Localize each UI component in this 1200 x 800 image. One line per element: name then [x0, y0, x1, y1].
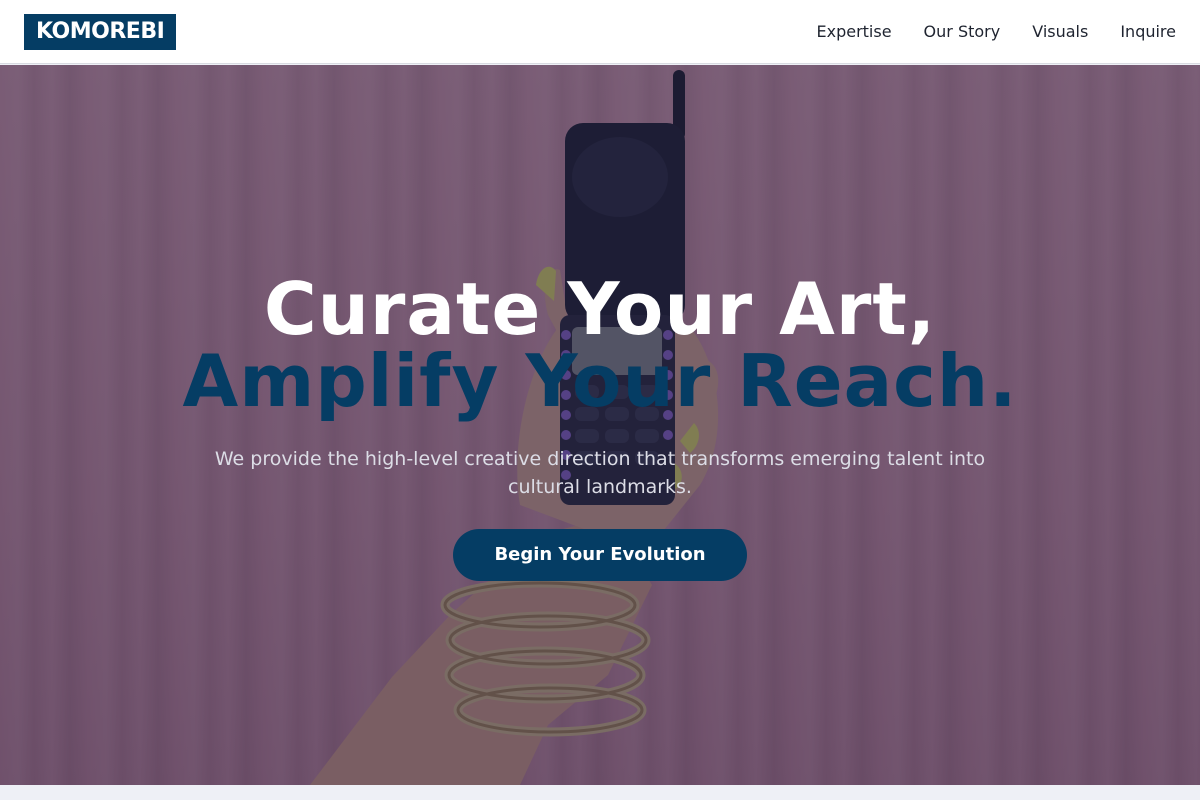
nav-link-expertise[interactable]: Expertise [816, 22, 891, 41]
top-navbar: KOMOREBI Expertise Our Story Visuals Inq… [0, 0, 1200, 64]
hero-content: Curate Your Art, Amplify Your Reach. We … [0, 273, 1200, 581]
next-section-edge [0, 785, 1200, 800]
hero-subtitle: We provide the high-level creative direc… [214, 448, 986, 498]
nav-link-inquire[interactable]: Inquire [1120, 22, 1176, 41]
nav-link-our-story[interactable]: Our Story [924, 22, 1001, 41]
brand-logo[interactable]: KOMOREBI [24, 13, 177, 50]
hero-headline: Curate Your Art, Amplify Your Reach. [0, 273, 1200, 417]
nav-link-visuals[interactable]: Visuals [1032, 22, 1088, 41]
begin-evolution-button[interactable]: Begin Your Evolution [453, 529, 747, 581]
headline-line-2: Amplify Your Reach. [182, 339, 1018, 423]
headline-line-1: Curate Your Art, [263, 267, 937, 351]
main-nav: Expertise Our Story Visuals Inquire [816, 22, 1176, 41]
hero-section: Curate Your Art, Amplify Your Reach. We … [0, 65, 1200, 785]
